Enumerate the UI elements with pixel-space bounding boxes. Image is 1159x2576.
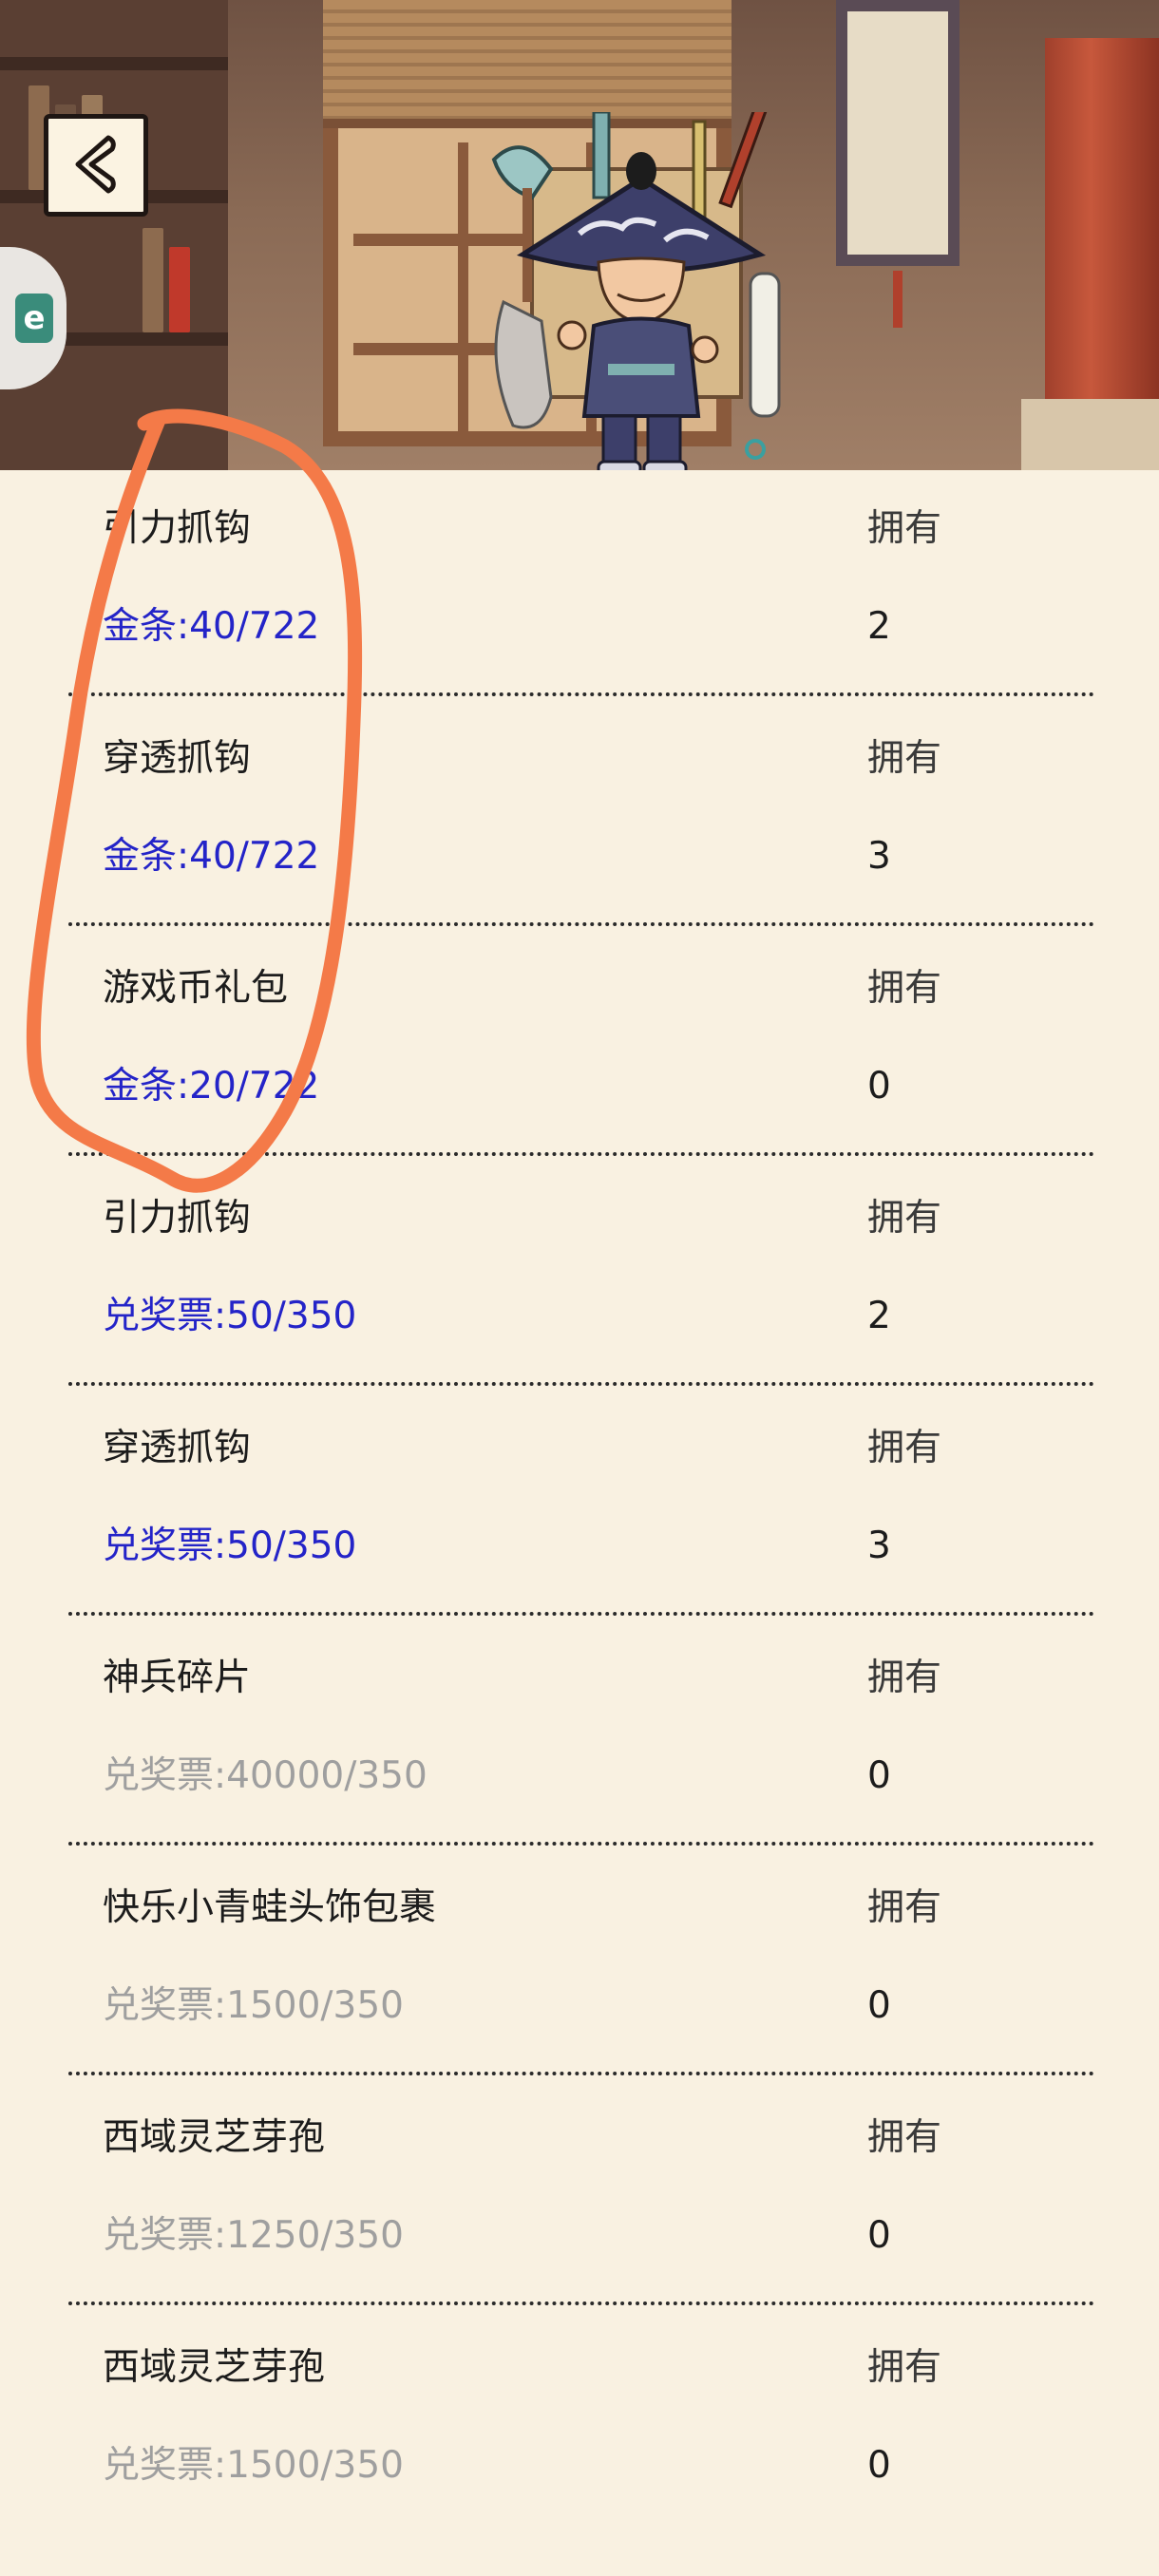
bookshelf <box>0 0 228 470</box>
list-item[interactable]: 游戏币礼包 拥有 金条:20/722 0 <box>0 930 1159 1160</box>
item-name: 引力抓钩 <box>103 1197 252 1240</box>
owned-label: 拥有 <box>867 1197 942 1240</box>
list-item[interactable]: 神兵碎片 拥有 兑奖票:40000/350 0 <box>0 1619 1159 1849</box>
header-scene: e <box>0 0 1159 470</box>
item-price: 兑奖票:50/350 <box>103 1295 357 1337</box>
owned-label: 拥有 <box>867 967 942 1010</box>
item-price: 兑奖票:1250/350 <box>103 2214 404 2257</box>
mascot-character <box>491 112 781 470</box>
side-badge: e <box>15 294 53 343</box>
item-name: 西域灵芝芽孢 <box>103 2116 326 2159</box>
item-price: 兑奖票:50/350 <box>103 1525 357 1567</box>
owned-label: 拥有 <box>867 737 942 780</box>
owned-label: 拥有 <box>867 2346 942 2389</box>
owned-count: 3 <box>867 1525 891 1567</box>
owned-count: 0 <box>867 2214 891 2257</box>
exchange-item-list: 引力抓钩 拥有 金条:40/722 2 穿透抓钩 拥有 金条:40/722 3 … <box>0 470 1159 2576</box>
dotted-divider <box>68 922 1094 926</box>
owned-count: 0 <box>867 2444 891 2487</box>
owned-count: 0 <box>867 1984 891 2027</box>
item-name: 快乐小青蛙头饰包裹 <box>103 1886 437 1929</box>
item-name: 穿透抓钩 <box>103 737 252 780</box>
crate <box>1021 399 1159 470</box>
item-name: 游戏币礼包 <box>103 967 289 1010</box>
list-item[interactable]: 引力抓钩 拥有 金条:40/722 2 <box>0 470 1159 700</box>
owned-label: 拥有 <box>867 507 942 550</box>
item-price: 金条:20/722 <box>103 1065 320 1108</box>
painting-tassel <box>893 271 902 328</box>
dotted-divider <box>68 1152 1094 1156</box>
owned-count: 2 <box>867 605 891 648</box>
item-price: 兑奖票:40000/350 <box>103 1754 428 1797</box>
owned-count: 2 <box>867 1295 891 1337</box>
list-item[interactable]: 快乐小青蛙头饰包裹 拥有 兑奖票:1500/350 0 <box>0 1849 1159 2079</box>
owned-label: 拥有 <box>867 1886 942 1929</box>
owned-count: 0 <box>867 1754 891 1797</box>
item-price: 金条:40/722 <box>103 835 320 878</box>
item-name: 穿透抓钩 <box>103 1427 252 1469</box>
back-button[interactable] <box>44 114 148 217</box>
owned-label: 拥有 <box>867 1657 942 1699</box>
item-name: 引力抓钩 <box>103 507 252 550</box>
item-price: 金条:40/722 <box>103 605 320 648</box>
owned-count: 3 <box>867 835 891 878</box>
dotted-divider <box>68 2072 1094 2075</box>
list-item[interactable]: 西域灵芝芽孢 拥有 兑奖票:1250/350 0 <box>0 2079 1159 2309</box>
window-blind <box>323 0 732 128</box>
dotted-divider <box>68 1612 1094 1616</box>
list-item[interactable]: 引力抓钩 拥有 兑奖票:50/350 2 <box>0 1160 1159 1390</box>
dotted-divider <box>68 692 1094 696</box>
list-item[interactable]: 穿透抓钩 拥有 兑奖票:50/350 3 <box>0 1390 1159 1619</box>
list-item[interactable]: 西域灵芝芽孢 拥有 兑奖票:1500/350 0 <box>0 2309 1159 2539</box>
item-name: 神兵碎片 <box>103 1657 252 1699</box>
wall-painting <box>836 0 960 266</box>
list-item[interactable]: 穿透抓钩 拥有 金条:40/722 3 <box>0 700 1159 930</box>
item-price: 兑奖票:1500/350 <box>103 2444 404 2487</box>
owned-count: 0 <box>867 1065 891 1108</box>
item-name: 西域灵芝芽孢 <box>103 2346 326 2389</box>
dotted-divider <box>68 1842 1094 1846</box>
owned-label: 拥有 <box>867 1427 942 1469</box>
item-price: 兑奖票:1500/350 <box>103 1984 404 2027</box>
dotted-divider <box>68 1382 1094 1386</box>
owned-label: 拥有 <box>867 2116 942 2159</box>
dotted-divider <box>68 2301 1094 2305</box>
chevron-left-icon <box>75 135 116 194</box>
